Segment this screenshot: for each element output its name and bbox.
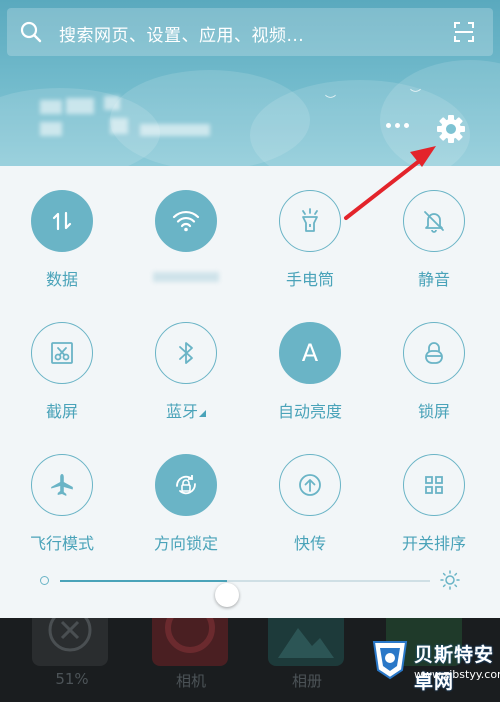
tile-toggle-sort[interactable]: 开关排序 — [372, 454, 496, 553]
bird-decoration: ︶ — [325, 94, 336, 107]
dock-label: 相机 — [175, 672, 206, 690]
tile-label: 数据 — [45, 270, 78, 289]
tile-flashlight[interactable]: 手电筒 — [248, 190, 372, 289]
quick-transfer-icon — [299, 474, 321, 496]
airplane-icon — [51, 474, 73, 496]
tile-screenshot[interactable]: 截屏 — [0, 322, 124, 421]
gallery-app-icon — [268, 618, 344, 666]
tile-quick-transfer-button[interactable] — [279, 454, 341, 516]
bird-decoration: ︶ — [410, 88, 421, 101]
quick-settings-panel: 数据 手电筒 静音 截屏 蓝牙 A 自动亮度 锁屏 飞行模式 方向锁定 快传 开… — [0, 166, 500, 618]
screenshot-icon — [51, 342, 73, 364]
brightness-thumb[interactable] — [214, 583, 239, 607]
battery-app-icon — [32, 618, 108, 666]
search-bar[interactable]: 搜索网页、设置、应用、视频... — [7, 8, 493, 56]
watermark-logo-icon — [372, 641, 408, 680]
dock-label: 相册 — [291, 672, 322, 690]
tile-label: 蓝牙 — [165, 402, 198, 421]
tile-bluetooth-button[interactable] — [155, 322, 217, 384]
tile-label-wrap: 蓝牙 — [124, 398, 248, 421]
blurred-wifi-name — [153, 272, 219, 282]
tile-label: 自动亮度 — [277, 402, 342, 421]
search-placeholder: 搜索网页、设置、应用、视频... — [59, 26, 305, 46]
dock-label: 51% — [55, 670, 89, 688]
blurred-date — [40, 122, 62, 136]
tile-bluetooth[interactable]: 蓝牙 — [124, 322, 248, 421]
tile-wifi[interactable] — [124, 190, 248, 286]
tile-lock-screen-button[interactable] — [403, 322, 465, 384]
brightness-slider[interactable] — [0, 564, 500, 607]
wifi-icon — [172, 210, 200, 232]
tile-label: 锁屏 — [417, 402, 450, 421]
auto-brightness-icon: A — [301, 339, 319, 367]
grid-sort-icon — [425, 476, 443, 494]
watermark: 贝斯特安卓网 www.zjbstyy.com — [370, 634, 500, 702]
tile-data[interactable]: 数据 — [0, 190, 124, 289]
tile-airplane-mode-button[interactable] — [31, 454, 93, 516]
brightness-fill — [60, 580, 227, 582]
search-icon — [20, 21, 42, 43]
tile-label: 手电筒 — [285, 270, 334, 289]
mute-bell-icon — [424, 211, 444, 233]
blurred-date — [110, 118, 128, 134]
blurred-time — [66, 98, 94, 114]
flashlight-icon — [302, 208, 318, 232]
cloud-decoration — [380, 60, 500, 166]
tile-rotation-lock[interactable]: 方向锁定 — [124, 454, 248, 553]
more-icon[interactable] — [384, 117, 412, 133]
tile-data-button[interactable] — [31, 190, 93, 252]
tile-wifi-button[interactable] — [155, 190, 217, 252]
notification-header: 搜索网页、设置、应用、视频... ︶ ︶ — [0, 0, 500, 166]
tile-mute[interactable]: 静音 — [372, 190, 496, 289]
tile-label: 飞行模式 — [29, 534, 94, 553]
tile-auto-brightness[interactable]: A 自动亮度 — [248, 322, 372, 421]
tile-quick-transfer[interactable]: 快传 — [248, 454, 372, 553]
tile-label: 快传 — [293, 534, 326, 553]
brightness-low-icon — [40, 576, 49, 585]
tile-airplane-mode[interactable]: 飞行模式 — [0, 454, 124, 553]
tile-flashlight-button[interactable] — [279, 190, 341, 252]
watermark-title: 贝斯特安卓网 — [414, 644, 495, 693]
tile-label-blurred — [124, 266, 248, 286]
scan-icon[interactable] — [453, 21, 475, 43]
rotation-lock-icon — [176, 475, 196, 495]
camera-app-icon — [152, 618, 228, 666]
tile-auto-brightness-button[interactable]: A — [279, 322, 341, 384]
expand-triangle-icon[interactable] — [199, 410, 206, 417]
tile-mute-button[interactable] — [403, 190, 465, 252]
blurred-time — [40, 100, 62, 114]
tile-label: 开关排序 — [401, 534, 466, 553]
tile-label: 截屏 — [45, 402, 78, 421]
settings-gear-icon[interactable] — [436, 114, 466, 144]
brightness-high-icon — [440, 570, 460, 590]
blurred-date — [140, 124, 210, 136]
brightness-track[interactable] — [60, 580, 430, 607]
watermark-url: www.zjbstyy.com — [414, 668, 500, 681]
tile-screenshot-button[interactable] — [31, 322, 93, 384]
lock-icon — [425, 342, 443, 364]
tile-label: 方向锁定 — [153, 534, 218, 553]
data-transfer-icon — [52, 211, 72, 231]
tile-rotation-lock-button[interactable] — [155, 454, 217, 516]
blurred-time — [104, 96, 120, 110]
tile-lock-screen[interactable]: 锁屏 — [372, 322, 496, 421]
bluetooth-icon — [179, 342, 193, 364]
tile-label: 静音 — [417, 270, 450, 289]
tile-toggle-sort-button[interactable] — [403, 454, 465, 516]
